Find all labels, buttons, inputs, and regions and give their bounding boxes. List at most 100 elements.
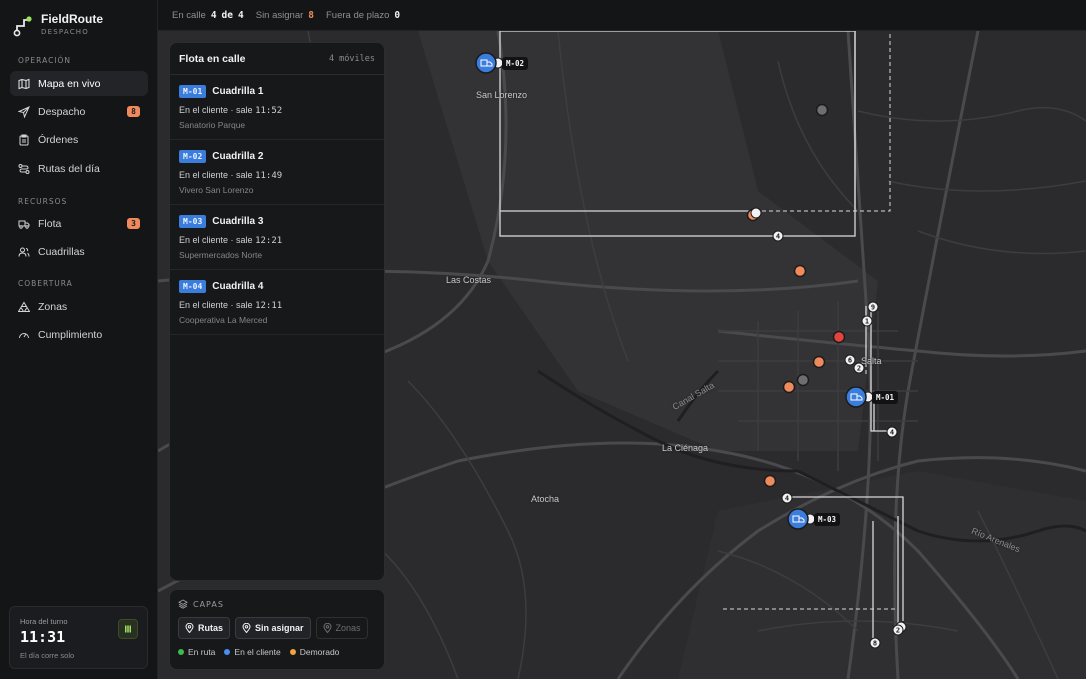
top-status-bar: En calle 4 de 4 Sin asignar 8 Fuera de p… bbox=[158, 0, 1086, 31]
fleet-status: En el cliente · sale 11:49 bbox=[179, 170, 283, 181]
stop-marker: 4 bbox=[781, 492, 793, 504]
sidebar-item-label: Flota bbox=[38, 217, 62, 230]
logo-icon bbox=[13, 16, 32, 37]
sidebar: FieldRoute DESPACHO OPERACIÓN Mapa en vi… bbox=[0, 0, 158, 679]
layers-title: CAPAS bbox=[178, 599, 376, 609]
unit-label-m-03[interactable]: M-03 bbox=[814, 513, 841, 526]
sidebar-item-zonas[interactable]: Zonas bbox=[10, 294, 148, 319]
sidebar-item-label: Despacho bbox=[38, 105, 86, 118]
fleet-item[interactable]: M-01 Cuadrilla 1 En el cliente · sale 11… bbox=[170, 75, 384, 140]
stop-marker: 6 bbox=[844, 354, 856, 366]
section-label-operacion: OPERACIÓN bbox=[18, 56, 72, 65]
fleet-status: En el cliente · sale 11:52 bbox=[179, 105, 283, 116]
sidebar-item-label: Rutas del día bbox=[38, 162, 100, 175]
fleet-location: Vivero San Lorenzo bbox=[179, 185, 254, 195]
stat-on-street: En calle 4 de 4 bbox=[172, 10, 244, 21]
badge-despacho: 8 bbox=[127, 106, 140, 117]
svg-text:4: 4 bbox=[785, 495, 789, 503]
unit-tag: M-03 bbox=[179, 215, 207, 228]
unit-label-m-02[interactable]: M-02 bbox=[502, 57, 529, 70]
badge-flota: 3 bbox=[127, 218, 140, 229]
zones-icon bbox=[18, 301, 30, 312]
stop-marker bbox=[750, 207, 762, 219]
gauge-icon bbox=[19, 332, 29, 338]
sidebar-item-label: Cuadrillas bbox=[38, 245, 85, 258]
section-label-recursos: RECURSOS bbox=[18, 197, 68, 206]
svg-text:2: 2 bbox=[896, 627, 900, 635]
fleet-item[interactable]: M-04 Cuadrilla 4 En el cliente · sale 12… bbox=[170, 270, 384, 335]
stat-total: 4 bbox=[238, 9, 244, 21]
legend-item: En ruta bbox=[178, 647, 215, 657]
svg-text:6: 6 bbox=[848, 357, 852, 365]
pin-icon bbox=[185, 623, 194, 633]
sidebar-item-cumplimiento[interactable]: Cumplimiento bbox=[10, 322, 148, 347]
place-label: Salta bbox=[861, 356, 882, 366]
layer-toggle-sin-asignar[interactable]: Sin asignar bbox=[235, 617, 311, 639]
brand-subtitle: DESPACHO bbox=[41, 28, 89, 36]
stat-label: Fuera de plazo bbox=[326, 9, 390, 21]
stat-value: 4 bbox=[210, 9, 217, 21]
fleet-item[interactable]: M-02 Cuadrilla 2 En el cliente · sale 11… bbox=[170, 140, 384, 205]
legend-item: Demorado bbox=[289, 647, 339, 657]
stop-marker: 4 bbox=[772, 230, 784, 242]
truck-icon bbox=[18, 220, 30, 229]
map-icon bbox=[18, 78, 30, 89]
stop-marker: 8 bbox=[869, 637, 881, 649]
section-label-cobertura: COBERTURA bbox=[18, 279, 73, 288]
stop-marker: 4 bbox=[886, 426, 898, 438]
unit-label-m-01[interactable]: M-01 bbox=[872, 391, 899, 404]
pin-icon bbox=[242, 623, 251, 633]
svg-text:8: 8 bbox=[873, 640, 877, 648]
pause-icon bbox=[125, 625, 131, 633]
fleet-header: Flota en calle 4 móviles bbox=[170, 43, 384, 75]
route-icon bbox=[18, 163, 30, 174]
shift-note: El día corre solo bbox=[20, 651, 75, 660]
crew-name: Cuadrilla 4 bbox=[212, 281, 264, 292]
sidebar-item-label: Mapa en vivo bbox=[38, 77, 101, 90]
fleet-status: En el cliente · sale 12:21 bbox=[179, 235, 283, 246]
pin-icon bbox=[323, 623, 332, 633]
stat-of: de bbox=[221, 9, 233, 21]
sidebar-item-label: Zonas bbox=[38, 300, 68, 313]
fleet-location: Cooperativa La Merced bbox=[179, 315, 268, 325]
layer-toggle-zonas[interactable]: Zonas bbox=[315, 617, 368, 639]
unit-marker-m-02 bbox=[475, 52, 504, 74]
unit-tag: M-02 bbox=[179, 150, 207, 163]
clipboard-icon bbox=[19, 134, 29, 145]
stop-marker: 9 bbox=[867, 301, 879, 313]
brand[interactable]: FieldRoute DESPACHO bbox=[13, 12, 103, 38]
fleet-status: En el cliente · sale 12:11 bbox=[179, 300, 283, 311]
unit-marker-m-01 bbox=[845, 386, 874, 408]
svg-text:1: 1 bbox=[865, 318, 869, 326]
send-icon bbox=[18, 105, 30, 118]
stat-overdue: Fuera de plazo 0 bbox=[326, 10, 400, 21]
pause-button[interactable] bbox=[118, 619, 138, 639]
stop-marker: 2 bbox=[892, 624, 904, 636]
sidebar-item-rutas-del-dia[interactable]: Rutas del día bbox=[10, 156, 148, 181]
fleet-item[interactable]: M-03 Cuadrilla 3 En el cliente · sale 12… bbox=[170, 205, 384, 270]
fleet-location: Sanatorio Parque bbox=[179, 120, 246, 130]
crew-name: Cuadrilla 2 bbox=[212, 151, 264, 162]
stat-label: En calle bbox=[172, 9, 206, 21]
sidebar-item-mapa-en-vivo[interactable]: Mapa en vivo bbox=[10, 71, 148, 96]
stop-marker: 1 bbox=[861, 315, 873, 327]
layers-panel: CAPAS Rutas Sin asignar Zonas En ruta En… bbox=[169, 589, 385, 670]
layer-toggle-rutas[interactable]: Rutas bbox=[178, 617, 231, 639]
fleet-count: 4 móviles bbox=[328, 53, 375, 64]
map-legend: En ruta En el cliente Demorado bbox=[178, 647, 376, 657]
place-label: Las Costas bbox=[446, 275, 492, 285]
sidebar-item-label: Cumplimiento bbox=[38, 328, 103, 341]
users-icon bbox=[18, 247, 30, 257]
sidebar-item-cuadrillas[interactable]: Cuadrillas bbox=[10, 239, 148, 264]
svg-text:4: 4 bbox=[776, 233, 780, 241]
shift-card: Hora del turno 11:31 El día corre solo bbox=[9, 606, 148, 669]
place-label: Atocha bbox=[531, 494, 560, 504]
stat-label: Sin asignar bbox=[255, 9, 304, 21]
place-label: La Ciénaga bbox=[662, 443, 709, 453]
stat-value: 8 bbox=[308, 9, 314, 21]
legend-item: En el cliente bbox=[224, 647, 281, 657]
sidebar-item-despacho[interactable]: Despacho 8 bbox=[10, 99, 148, 124]
sidebar-item-ordenes[interactable]: Órdenes bbox=[10, 127, 148, 152]
sidebar-item-flota[interactable]: Flota 3 bbox=[10, 211, 148, 236]
stat-unassigned: Sin asignar 8 bbox=[256, 10, 314, 21]
